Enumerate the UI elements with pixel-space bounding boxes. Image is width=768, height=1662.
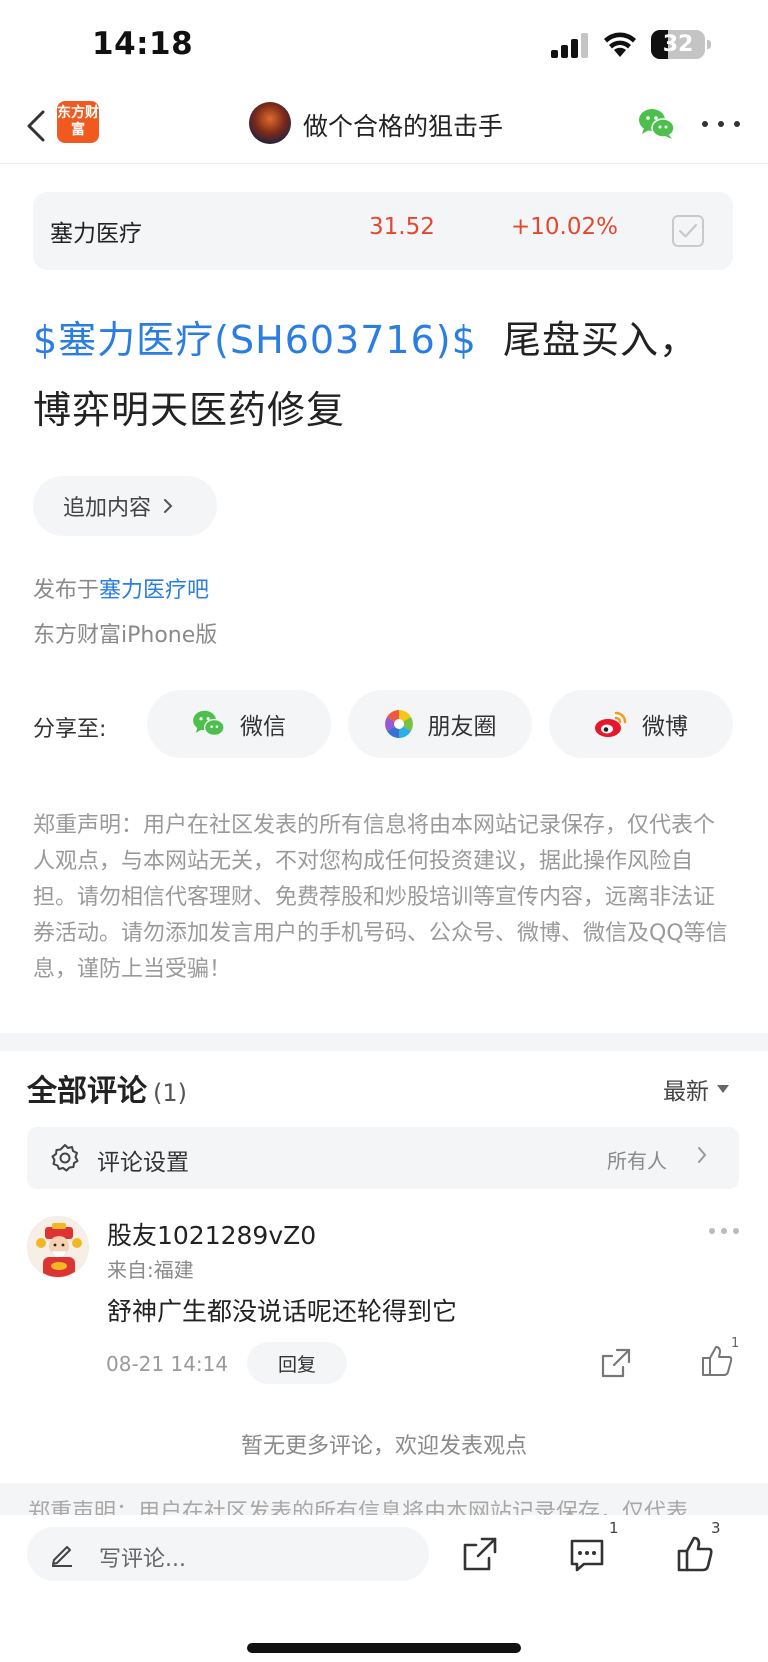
wechat-icon[interactable] bbox=[638, 107, 676, 141]
status-time: 14:18 bbox=[92, 26, 194, 62]
chevron-right-icon bbox=[164, 499, 173, 513]
wifi-icon bbox=[604, 32, 636, 57]
pencil-icon bbox=[52, 1546, 72, 1567]
comment-settings-value: 所有人 bbox=[607, 1149, 667, 1173]
share-moments-button[interactable]: 朋友圈 bbox=[348, 690, 532, 758]
ghost-disclaimer-text: 郑重声明：用户在社区发表的所有信息将由本网站记录保存，仅代表 bbox=[28, 1500, 689, 1515]
comments-count: (1) bbox=[153, 1079, 187, 1107]
share-icon[interactable] bbox=[599, 1346, 633, 1380]
append-content-label: 追加内容 bbox=[63, 496, 152, 521]
check-icon bbox=[678, 223, 698, 238]
battery-percent: 32 bbox=[662, 32, 694, 57]
no-more-comments: 暂无更多评论，欢迎发表观点 bbox=[240, 1434, 527, 1459]
app-logo[interactable]: 东方财富 bbox=[57, 101, 99, 143]
share-label: 分享至: bbox=[33, 717, 107, 742]
share-moments-label: 朋友圈 bbox=[427, 714, 497, 740]
add-watchlist-checkbox[interactable] bbox=[672, 215, 704, 247]
comments-header: 全部评论 (1) bbox=[27, 1066, 187, 1110]
post-title: $塞力医疗(SH603716)$ 尾盘买入，博弈明天医药修复 bbox=[33, 305, 733, 445]
nav-bar: 东方财富 做个合格的狙击手 bbox=[0, 90, 768, 164]
comment-settings-row[interactable]: 评论设置 所有人 bbox=[27, 1127, 739, 1189]
sort-dropdown[interactable]: 最新 bbox=[663, 1072, 729, 1106]
comments-title: 全部评论 bbox=[27, 1074, 147, 1109]
commenter-avatar[interactable] bbox=[27, 1216, 89, 1278]
write-comment-placeholder: 写评论... bbox=[99, 1547, 186, 1572]
nav-author-name[interactable]: 做个合格的狙击手 bbox=[303, 107, 503, 143]
write-comment-input[interactable]: 写评论... bbox=[27, 1527, 429, 1581]
comment-time: 08-21 14:14 bbox=[106, 1352, 229, 1376]
share-wechat-label: 微信 bbox=[240, 714, 286, 740]
stock-change: +10.02% bbox=[511, 214, 618, 240]
commenter-username[interactable]: 股友1021289vZ0 bbox=[107, 1216, 316, 1252]
stock-price: 31.52 bbox=[369, 214, 435, 240]
battery-indicator: 32 bbox=[651, 30, 711, 59]
post-device: 东方财富iPhone版 bbox=[33, 623, 218, 648]
chevron-right-icon bbox=[698, 1147, 707, 1163]
comment-count-badge: 1 bbox=[609, 1519, 619, 1537]
author-avatar[interactable] bbox=[249, 102, 291, 144]
thumbs-up-icon[interactable] bbox=[700, 1344, 734, 1378]
fortune-god-icon bbox=[36, 1223, 82, 1277]
signal-icon bbox=[551, 33, 588, 58]
share-icon[interactable] bbox=[462, 1536, 498, 1572]
share-wechat-button[interactable]: 微信 bbox=[147, 690, 331, 758]
sort-label: 最新 bbox=[663, 1079, 709, 1105]
reply-button[interactable]: 回复 bbox=[247, 1342, 347, 1384]
posted-in-prefix: 发布于 bbox=[33, 578, 100, 603]
ghost-disclaimer-band: 郑重声明：用户在社区发表的所有信息将由本网站记录保存，仅代表 bbox=[0, 1483, 768, 1515]
home-indicator bbox=[247, 1643, 521, 1653]
share-weibo-button[interactable]: 微博 bbox=[549, 690, 733, 758]
stock-quote-card[interactable]: 塞力医疗 31.52 +10.02% bbox=[33, 192, 733, 270]
like-count-badge: 3 bbox=[711, 1519, 721, 1537]
moments-icon bbox=[384, 710, 413, 738]
comment-more-button[interactable] bbox=[709, 1228, 739, 1236]
more-options-button[interactable] bbox=[702, 112, 740, 136]
status-bar: 14:18 32 bbox=[0, 0, 768, 90]
section-divider bbox=[0, 1033, 768, 1051]
comment-like-count: 1 bbox=[731, 1336, 740, 1351]
back-button[interactable] bbox=[18, 104, 54, 148]
comment-icon[interactable] bbox=[568, 1536, 606, 1574]
comment-settings-label: 评论设置 bbox=[97, 1150, 189, 1176]
stock-name: 塞力医疗 bbox=[50, 221, 142, 247]
disclaimer-text: 郑重声明：用户在社区发表的所有信息将由本网站记录保存，仅代表个人观点，与本网站无… bbox=[33, 813, 728, 982]
caret-down-icon bbox=[717, 1085, 729, 1093]
commenter-location: 来自:福建 bbox=[107, 1258, 194, 1282]
comment-text: 舒神广生都没说话呢还轮得到它 bbox=[107, 1297, 458, 1326]
stock-tag-link[interactable]: $塞力医疗(SH603716)$ bbox=[33, 318, 477, 362]
forum-link[interactable]: 塞力医疗吧 bbox=[99, 578, 209, 603]
chevron-left-icon bbox=[27, 110, 45, 142]
share-weibo-label: 微博 bbox=[642, 714, 688, 740]
append-content-button[interactable]: 追加内容 bbox=[33, 476, 217, 536]
thumbs-up-icon[interactable] bbox=[676, 1535, 714, 1573]
wechat-icon bbox=[193, 710, 225, 737]
weibo-icon bbox=[595, 711, 627, 737]
gear-icon bbox=[51, 1144, 79, 1172]
posted-in: 发布于塞力医疗吧 bbox=[33, 572, 209, 604]
bottom-action-bar: 写评论... 1 3 bbox=[0, 1515, 768, 1662]
